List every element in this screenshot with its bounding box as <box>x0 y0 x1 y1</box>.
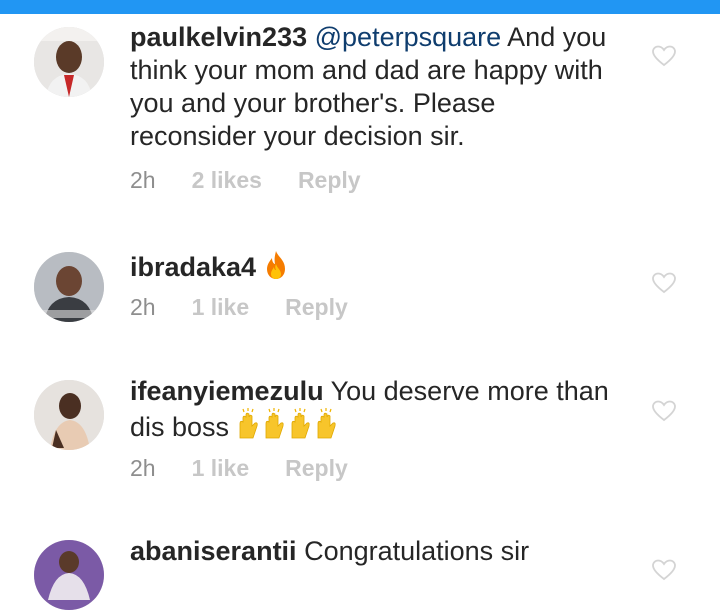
reply-button[interactable]: Reply <box>298 167 361 193</box>
avatar[interactable] <box>34 252 104 322</box>
comment-meta: 2h 1 like Reply <box>130 294 348 321</box>
comment-time: 2h <box>130 294 156 320</box>
heart-outline-icon[interactable] <box>651 399 677 423</box>
heart-outline-icon[interactable] <box>651 558 677 582</box>
raising-hands-emoji <box>237 408 341 448</box>
avatar[interactable] <box>34 27 104 97</box>
reply-button[interactable]: Reply <box>285 294 348 320</box>
fire-emoji <box>264 250 288 288</box>
heart-outline-icon[interactable] <box>651 44 677 68</box>
heart-outline-icon[interactable] <box>651 271 677 295</box>
comment-time: 2h <box>130 455 156 481</box>
comment-time: 2h <box>130 167 156 193</box>
reply-button[interactable]: Reply <box>285 455 348 481</box>
comment-meta: 2h 2 likes Reply <box>130 167 361 194</box>
comment-likes[interactable]: 2 likes <box>192 167 262 193</box>
comment-likes[interactable]: 1 like <box>192 455 250 481</box>
comment-text: abaniserantii Congratulations sir <box>130 535 620 568</box>
comment-text: ibradaka4 <box>130 250 620 288</box>
top-status-bar <box>0 0 720 14</box>
avatar[interactable] <box>34 540 104 610</box>
comment-text: ifeanyiemezulu You deserve more than dis… <box>130 375 620 448</box>
comment-username[interactable]: ibradaka4 <box>130 252 256 282</box>
comment-username[interactable]: ifeanyiemezulu <box>130 376 324 406</box>
comment-body: Congratulations sir <box>296 536 530 566</box>
comment-username[interactable]: paulkelvin233 <box>130 22 307 52</box>
comment-meta: 2h 1 like Reply <box>130 455 348 482</box>
comment-mention[interactable]: @peterpsquare <box>315 22 502 52</box>
comment-likes[interactable]: 1 like <box>192 294 250 320</box>
avatar[interactable] <box>34 380 104 450</box>
comment-username[interactable]: abaniserantii <box>130 536 297 566</box>
comment-text: paulkelvin233 @peterpsquare And you thin… <box>130 21 620 153</box>
